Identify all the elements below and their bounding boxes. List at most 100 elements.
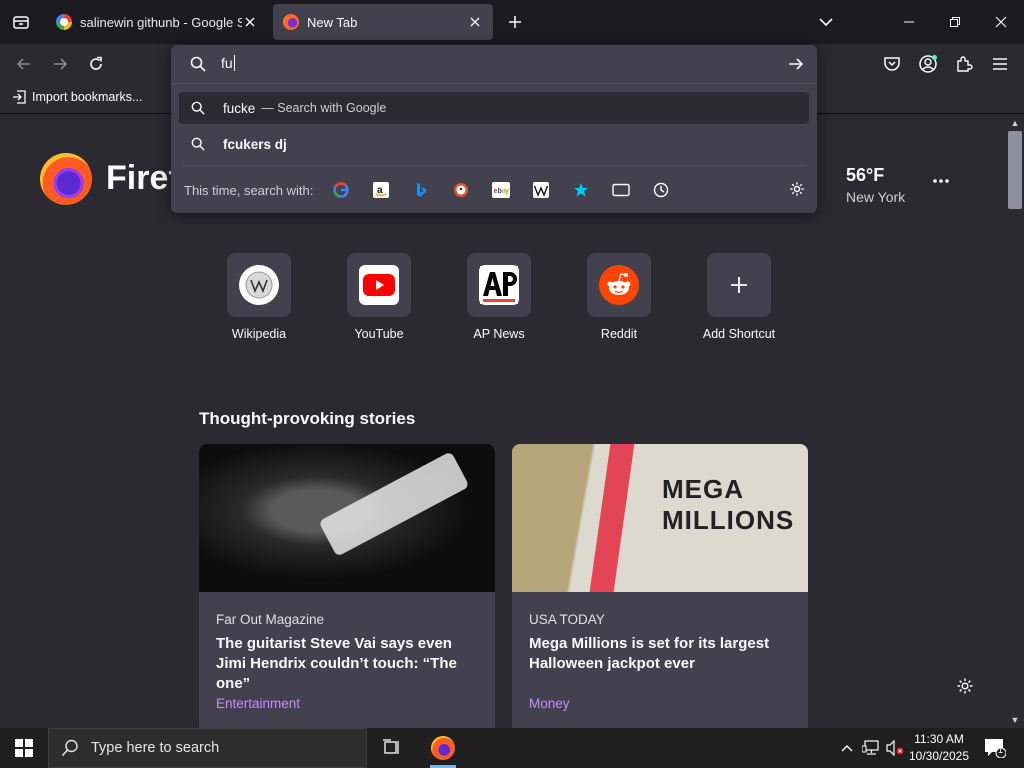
weather-options-button[interactable] <box>932 171 950 189</box>
shortcut-youtube[interactable]: YouTube <box>329 253 429 341</box>
shortcut-label: AP News <box>473 327 525 341</box>
close-icon <box>245 17 255 27</box>
start-button[interactable] <box>0 728 48 768</box>
wikipedia-icon <box>239 265 279 305</box>
taskbar-firefox-button[interactable] <box>424 728 462 768</box>
story-card[interactable]: MEGA MILLIONS USA TODAY Mega Millions is… <box>512 444 808 728</box>
tab-google-search[interactable]: salinewin githunb - Google Sear <box>46 4 268 40</box>
scroll-up-icon[interactable]: ▲ <box>1010 118 1020 128</box>
extensions-button[interactable] <box>948 48 980 80</box>
scroll-thumb[interactable] <box>1008 131 1022 209</box>
window-controls <box>886 0 1024 44</box>
engine-duckduckgo-button[interactable] <box>449 178 473 202</box>
firefox-icon <box>283 14 299 30</box>
puzzle-icon <box>957 56 973 72</box>
shortcut-tile <box>467 253 531 317</box>
search-settings-button[interactable] <box>789 181 805 202</box>
new-tab-button[interactable] <box>500 6 530 38</box>
image-text: MEGA MILLIONS <box>662 474 795 535</box>
list-all-tabs-button[interactable] <box>810 6 842 38</box>
task-view-button[interactable] <box>374 728 410 768</box>
back-button[interactable] <box>8 48 40 80</box>
close-window-button[interactable] <box>978 0 1024 44</box>
taskbar-search-placeholder: Type here to search <box>91 740 220 756</box>
chevron-up-icon <box>841 745 853 752</box>
tab-list-icon <box>13 16 29 29</box>
firefox-logo-icon <box>40 153 92 205</box>
page-scrollbar[interactable]: ▲ ▼ <box>1006 115 1024 728</box>
search-icon <box>61 739 78 757</box>
google-icon <box>333 182 350 198</box>
suggestion-item[interactable]: fucke — Search with Google <box>179 92 809 124</box>
task-view-icon <box>383 739 399 754</box>
network-button[interactable] <box>860 728 882 768</box>
go-arrow-icon[interactable] <box>787 55 805 73</box>
shortcut-label: Reddit <box>600 327 638 341</box>
minimize-button[interactable] <box>886 0 932 44</box>
story-image: MEGA MILLIONS <box>512 444 808 592</box>
windows-taskbar: Type here to search 11:30 AM 10/30/2025 … <box>0 728 1024 768</box>
engine-bing-button[interactable] <box>409 178 433 202</box>
shortcut-label: YouTube <box>354 327 404 341</box>
tab-icon <box>612 183 631 197</box>
all-tabs-button[interactable] <box>0 0 42 44</box>
tab-new-tab[interactable]: New Tab <box>273 4 493 40</box>
app-menu-button[interactable] <box>984 48 1016 80</box>
close-icon <box>995 16 1007 28</box>
story-headline: Mega Millions is set for its largest Hal… <box>529 635 770 672</box>
search-icon <box>190 56 206 72</box>
clock-time: 11:30 AM <box>914 732 964 746</box>
clock-icon <box>654 182 669 198</box>
address-input[interactable]: fu <box>221 55 235 71</box>
reload-button[interactable] <box>80 48 112 80</box>
windows-logo-icon <box>15 739 33 757</box>
pocket-button[interactable] <box>876 48 908 80</box>
import-bookmarks-label: Import bookmarks... <box>32 90 143 104</box>
engine-history-button[interactable] <box>649 178 673 202</box>
one-off-search-bar: This time, search with: a ebay <box>184 173 673 207</box>
story-card[interactable]: Far Out Magazine The guitarist Steve Vai… <box>199 444 495 728</box>
story-category: Money <box>529 696 570 711</box>
youtube-icon <box>359 265 399 305</box>
add-shortcut-button[interactable]: Add Shortcut <box>689 253 789 341</box>
shortcut-reddit[interactable]: Reddit <box>569 253 669 341</box>
address-bar[interactable]: fu <box>171 45 817 83</box>
pocket-icon <box>884 57 900 71</box>
search-icon <box>191 137 207 151</box>
amazon-icon: a <box>373 182 390 198</box>
engine-wikipedia-button[interactable] <box>529 178 553 202</box>
import-bookmarks-button[interactable]: Import bookmarks... <box>12 90 142 104</box>
story-image <box>199 444 495 592</box>
taskbar-clock[interactable]: 11:30 AM 10/30/2025 <box>906 731 972 765</box>
restore-button[interactable] <box>932 0 978 44</box>
engine-amazon-button[interactable]: a <box>369 178 393 202</box>
suggestion-item[interactable]: fcukers dj <box>179 128 809 160</box>
shortcut-label: Wikipedia <box>231 327 287 341</box>
story-source: USA TODAY <box>529 612 605 627</box>
engine-ebay-button[interactable]: ebay <box>489 178 513 202</box>
taskbar-search-box[interactable]: Type here to search <box>48 728 367 768</box>
reload-icon <box>90 56 102 70</box>
weather-temperature[interactable]: 56°F <box>846 165 884 186</box>
volume-muted-icon <box>886 740 904 756</box>
show-hidden-icons-button[interactable] <box>836 728 858 768</box>
action-center-button[interactable]: 1 <box>980 728 1010 768</box>
address-input-value: fu <box>221 55 233 71</box>
engine-bookmarks-button[interactable] <box>569 178 593 202</box>
tab-title: New Tab <box>307 14 358 30</box>
more-horizontal-icon <box>933 179 949 183</box>
customize-new-tab-button[interactable] <box>956 677 974 700</box>
engine-google-button[interactable] <box>329 178 353 202</box>
scroll-down-icon[interactable]: ▼ <box>1010 715 1020 725</box>
shortcut-ap-news[interactable]: AP News <box>449 253 549 341</box>
forward-button[interactable] <box>44 48 76 80</box>
close-tab-button[interactable] <box>242 14 258 30</box>
plus-icon <box>509 16 521 28</box>
arrow-right-icon <box>54 58 68 70</box>
account-button[interactable] <box>912 48 944 80</box>
engine-tabs-button[interactable] <box>609 178 633 202</box>
shortcut-wikipedia[interactable]: Wikipedia <box>209 253 309 341</box>
close-tab-button[interactable] <box>467 14 483 30</box>
volume-button[interactable] <box>884 728 906 768</box>
weather-location[interactable]: New York <box>846 189 905 205</box>
